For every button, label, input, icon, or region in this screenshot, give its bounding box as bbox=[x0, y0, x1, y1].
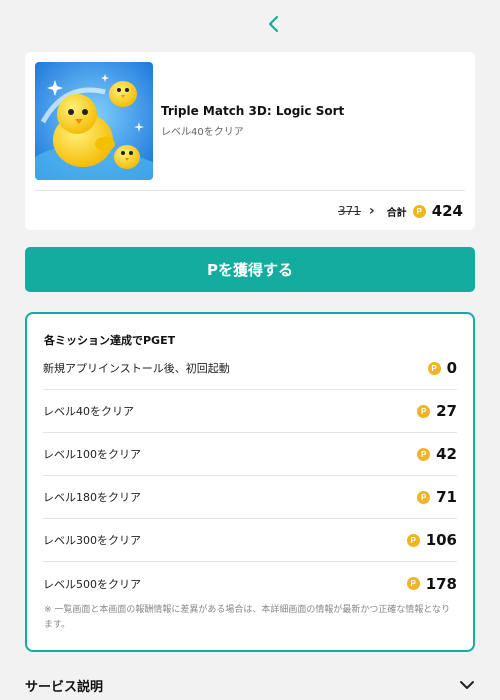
app-subtitle: レベル40をクリア bbox=[161, 127, 244, 138]
total-label: 合計 bbox=[386, 207, 407, 219]
mission-note: ※ 一覧画面と本画面の報酬情報に差異がある場合は、本詳細画面の情報が最新かつ正確… bbox=[44, 605, 451, 630]
top-bar bbox=[0, 0, 500, 46]
mission-list: 各ミッション達成でPGET 新規アプリインストール後、初回起動 P 0 レベル4… bbox=[25, 312, 475, 652]
mission-value: 71 bbox=[436, 488, 457, 506]
mission-value: 42 bbox=[436, 445, 457, 463]
points-summary: 371 › 合計 P 424 bbox=[338, 200, 463, 222]
mission-row: レベル100をクリア P 42 bbox=[43, 433, 457, 476]
app-title: Triple Match 3D: Logic Sort bbox=[161, 104, 345, 118]
mission-label: レベル500をクリア bbox=[43, 577, 141, 591]
service-title: サービス説明 bbox=[25, 679, 104, 695]
mission-value: 0 bbox=[446, 359, 457, 377]
mission-row: レベル40をクリア P 27 bbox=[43, 390, 457, 433]
mission-label: レベル300をクリア bbox=[43, 534, 141, 547]
mission-row: レベル180をクリア P 71 bbox=[43, 476, 457, 519]
app-card: Triple Match 3D: Logic Sort レベル40をクリア 37… bbox=[25, 52, 475, 230]
mission-row: レベル500をクリア P 178 bbox=[43, 562, 457, 605]
service-description-toggle[interactable]: サービス説明 bbox=[25, 670, 475, 700]
chevron-down-icon bbox=[460, 681, 474, 689]
mission-row: 新規アプリインストール後、初回起動 P 0 bbox=[43, 347, 457, 390]
mission-label: レベル100をクリア bbox=[43, 448, 141, 461]
point-coin-icon: P bbox=[406, 533, 420, 547]
mission-label: 新規アプリインストール後、初回起動 bbox=[43, 362, 230, 375]
mission-heading: 各ミッション達成でPGET bbox=[44, 334, 176, 347]
point-coin-icon: P bbox=[406, 577, 420, 590]
mission-points: P 71 bbox=[417, 488, 457, 506]
mission-points: P 178 bbox=[406, 574, 457, 593]
back-button[interactable] bbox=[262, 12, 286, 36]
old-points: 371 bbox=[338, 204, 361, 218]
chevron-left-icon bbox=[268, 15, 279, 33]
point-coin-icon: P bbox=[417, 490, 431, 504]
total-points: 424 bbox=[431, 202, 463, 220]
mission-label: レベル180をクリア bbox=[43, 491, 141, 504]
divider bbox=[35, 190, 465, 191]
mission-row: レベル300をクリア P 106 bbox=[43, 519, 457, 562]
chevron-right-icon: › bbox=[368, 203, 375, 219]
mission-label: レベル40をクリア bbox=[43, 405, 134, 418]
mission-points: P 42 bbox=[417, 445, 457, 463]
get-points-button[interactable]: Pを獲得する bbox=[25, 247, 475, 292]
mission-value: 106 bbox=[425, 531, 457, 549]
mission-points: P 27 bbox=[417, 402, 457, 420]
point-coin-icon: P bbox=[427, 361, 441, 375]
app-icon[interactable] bbox=[35, 62, 153, 180]
mission-value: 178 bbox=[425, 574, 457, 593]
mission-points: P 106 bbox=[406, 531, 457, 549]
point-coin-icon: P bbox=[417, 447, 431, 461]
point-coin-icon: P bbox=[412, 204, 426, 218]
mission-value: 27 bbox=[436, 402, 457, 420]
point-coin-icon: P bbox=[417, 404, 431, 418]
mission-points: P 0 bbox=[427, 359, 457, 377]
